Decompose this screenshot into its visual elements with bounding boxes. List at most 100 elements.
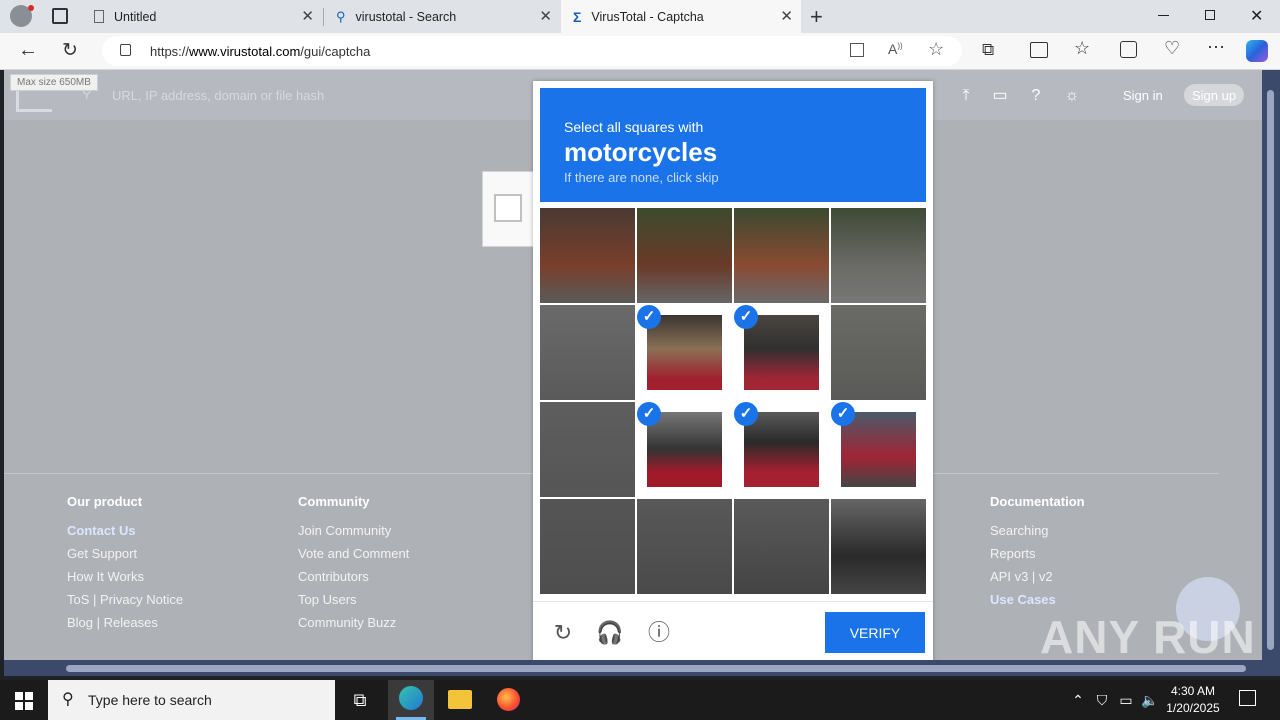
captcha-tile[interactable] xyxy=(540,499,635,594)
footer-link[interactable]: Community Buzz xyxy=(298,615,409,630)
restore-icon[interactable] xyxy=(1205,10,1215,20)
captcha-tile[interactable] xyxy=(637,208,732,303)
extensions-icon[interactable]: ⧉ xyxy=(982,40,994,60)
captcha-tile[interactable]: ✓ xyxy=(734,402,829,497)
tab-virustotal-captcha[interactable]: Σ VirusTotal - Captcha ✕ xyxy=(561,0,801,33)
footer-link[interactable]: Join Community xyxy=(298,523,409,538)
captcha-tile[interactable]: ✓ xyxy=(637,305,732,400)
upload-icon[interactable]: ⤒ xyxy=(956,86,976,106)
reload-icon[interactable]: ↻ xyxy=(549,619,577,647)
instruction-skip-hint: If there are none, click skip xyxy=(564,170,719,185)
footer-link[interactable]: Get Support xyxy=(67,546,183,561)
taskbar-search[interactable]: ⚲ Type here to search xyxy=(48,680,335,720)
verify-button[interactable]: VERIFY xyxy=(825,612,925,653)
theme-sun-icon[interactable]: ☼ xyxy=(1062,86,1082,106)
captcha-tile[interactable] xyxy=(540,305,635,400)
taskbar-search-text: Type here to search xyxy=(88,692,212,708)
captcha-challenge: Select all squares with motorcycles If t… xyxy=(533,81,933,661)
chat-icon[interactable]: ▭ xyxy=(990,86,1010,106)
more-menu-icon[interactable]: ⋯ xyxy=(1207,37,1225,58)
favorites-icon[interactable]: ☆ xyxy=(1074,38,1090,59)
vertical-scrollbar[interactable] xyxy=(1262,70,1280,676)
sign-in-link[interactable]: Sign in xyxy=(1123,88,1163,103)
captcha-tile[interactable] xyxy=(734,208,829,303)
captcha-tile[interactable] xyxy=(637,499,732,594)
close-icon[interactable]: ✕ xyxy=(780,7,793,25)
footer-link[interactable]: Vote and Comment xyxy=(298,546,409,561)
taskbar-clock[interactable]: 4:30 AM 1/20/2025 xyxy=(1160,683,1226,717)
captcha-tile-image xyxy=(734,499,829,594)
captcha-checkbox[interactable] xyxy=(494,194,522,222)
footer-link[interactable]: Contributors xyxy=(298,569,409,584)
address-bar-row: ← ↻ https://www.virustotal.com/gui/captc… xyxy=(0,33,1280,70)
back-icon[interactable]: ← xyxy=(18,39,38,62)
tab-title: virustotal - Search xyxy=(355,9,457,24)
footer-link[interactable]: Searching xyxy=(990,523,1085,538)
captcha-tile-image xyxy=(841,412,916,487)
footer-link[interactable]: Blog | Releases xyxy=(67,615,183,630)
info-icon[interactable]: ⓘ xyxy=(645,619,673,647)
footer-heading: Community xyxy=(298,494,370,509)
firefox-icon[interactable] xyxy=(497,688,520,711)
copilot-icon[interactable] xyxy=(1246,40,1268,62)
file-explorer-icon[interactable] xyxy=(448,690,472,709)
tab-title: Untitled xyxy=(114,9,157,24)
scroll-thumb[interactable] xyxy=(66,665,1246,672)
new-tab-icon[interactable]: + xyxy=(810,4,823,30)
captcha-tile[interactable] xyxy=(540,402,635,497)
page-icon xyxy=(94,10,104,23)
performance-icon[interactable]: ♡ xyxy=(1164,38,1180,59)
footer-link[interactable]: Contact Us xyxy=(67,523,183,538)
close-window-icon[interactable]: ✕ xyxy=(1250,6,1263,26)
captcha-tile[interactable]: ✓ xyxy=(831,402,926,497)
footer-link[interactable]: Reports xyxy=(990,546,1085,561)
url-field[interactable]: https://www.virustotal.com/gui/captcha A… xyxy=(102,36,962,66)
sign-up-button[interactable]: Sign up xyxy=(1184,84,1245,106)
tab-actions-icon[interactable] xyxy=(52,8,68,24)
captcha-tile[interactable]: ✓ xyxy=(637,402,732,497)
checkmark-icon: ✓ xyxy=(734,305,758,329)
read-aloud-icon[interactable]: A)) xyxy=(888,41,903,57)
app-available-icon[interactable] xyxy=(850,43,864,57)
refresh-icon[interactable]: ↻ xyxy=(62,39,78,62)
footer-heading: Documentation xyxy=(990,494,1085,509)
captcha-tile[interactable] xyxy=(831,499,926,594)
help-icon[interactable]: ? xyxy=(1026,86,1046,106)
captcha-tile[interactable] xyxy=(831,305,926,400)
search-input[interactable]: URL, IP address, domain or file hash xyxy=(112,88,324,103)
footer-link[interactable]: API v3 | v2 xyxy=(990,569,1085,584)
captcha-tile-image xyxy=(647,412,722,487)
audio-challenge-icon[interactable]: 🎧 xyxy=(596,619,624,647)
split-screen-icon[interactable] xyxy=(1030,42,1048,58)
captcha-tile[interactable] xyxy=(734,499,829,594)
minimize-icon[interactable] xyxy=(1158,15,1169,16)
captcha-tile[interactable] xyxy=(540,208,635,303)
horizontal-scrollbar[interactable] xyxy=(4,660,1262,676)
captcha-tile[interactable] xyxy=(831,208,926,303)
captcha-tile-image xyxy=(744,315,819,390)
footer-link[interactable]: Top Users xyxy=(298,592,409,607)
captcha-tile-image xyxy=(540,499,635,594)
windows-start-icon[interactable] xyxy=(15,692,33,710)
footer-link[interactable]: How It Works xyxy=(67,569,183,584)
tab-strip: Untitled ✕ ⚲ virustotal - Search ✕ Σ Vir… xyxy=(0,0,1280,33)
url-path: /gui/captcha xyxy=(300,44,371,59)
close-icon[interactable]: ✕ xyxy=(539,7,552,25)
close-icon[interactable]: ✕ xyxy=(301,7,314,25)
footer-link[interactable]: Use Cases xyxy=(990,592,1085,607)
edge-taskbar-icon[interactable] xyxy=(388,680,434,720)
captcha-tile[interactable]: ✓ xyxy=(734,305,829,400)
instruction-line: Select all squares with xyxy=(564,119,704,135)
scroll-thumb[interactable] xyxy=(1267,90,1274,650)
tab-title: VirusTotal - Captcha xyxy=(591,9,704,24)
footer-link[interactable]: ToS | Privacy Notice xyxy=(67,592,183,607)
task-view-icon[interactable]: ⧉ xyxy=(346,686,374,714)
captcha-footer-divider xyxy=(533,601,933,602)
notifications-icon[interactable] xyxy=(1239,690,1256,706)
collections-icon[interactable] xyxy=(1120,41,1137,58)
tab-virustotal-search[interactable]: ⚲ virustotal - Search ✕ xyxy=(324,0,560,33)
captcha-image-grid: ✓ ✓ ✓ ✓ ✓ xyxy=(540,208,926,594)
favorite-star-icon[interactable]: ☆ xyxy=(928,39,944,60)
tab-untitled[interactable]: Untitled ✕ xyxy=(84,0,322,33)
taskbar: ⚲ Type here to search ⧉ ⌃ ⛉ ▭ 🔈 4:30 AM … xyxy=(0,680,1280,720)
